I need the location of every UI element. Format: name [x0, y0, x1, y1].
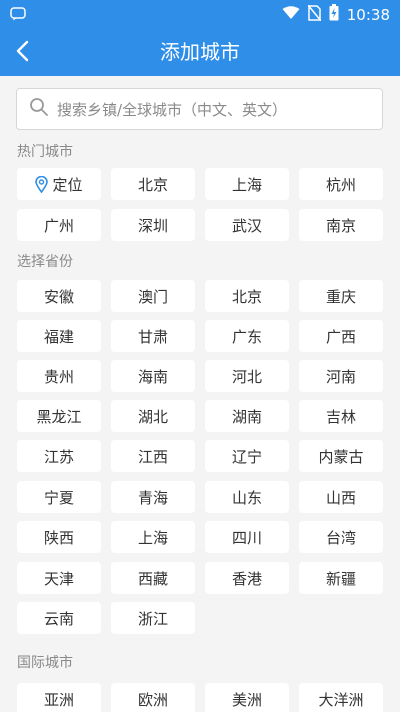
province-chip[interactable]: 重庆 [299, 280, 383, 312]
hot-city-chip[interactable]: 南京 [299, 209, 383, 241]
region-chip[interactable]: 欧洲 [111, 683, 195, 712]
province-chip[interactable]: 浙江 [111, 602, 195, 634]
province-chip[interactable]: 广西 [299, 320, 383, 352]
province-chip[interactable]: 海南 [111, 360, 195, 392]
province-chip[interactable]: 陕西 [17, 521, 101, 553]
province-chip[interactable]: 河南 [299, 360, 383, 392]
province-chip[interactable]: 青海 [111, 481, 195, 513]
hot-city-chip[interactable]: 深圳 [111, 209, 195, 241]
search-icon [29, 97, 49, 121]
chevron-left-icon [16, 40, 30, 66]
locate-label: 定位 [52, 175, 83, 194]
wifi-icon [282, 5, 300, 24]
province-chip[interactable]: 安徽 [17, 280, 101, 312]
province-chip[interactable]: 山西 [299, 481, 383, 513]
province-chip[interactable]: 湖北 [111, 400, 195, 432]
province-chip[interactable]: 河北 [205, 360, 289, 392]
province-chip[interactable]: 吉林 [299, 400, 383, 432]
search-input[interactable]: 搜索乡镇/全球城市（中文、英文） [16, 88, 383, 130]
province-chip[interactable]: 澳门 [111, 280, 195, 312]
province-chip[interactable]: 宁夏 [17, 481, 101, 513]
search-placeholder: 搜索乡镇/全球城市（中文、英文） [57, 100, 288, 119]
province-chip[interactable]: 台湾 [299, 521, 383, 553]
hot-city-chip[interactable]: 杭州 [299, 168, 383, 200]
battery-icon [329, 4, 339, 25]
region-chip[interactable]: 美洲 [205, 683, 289, 712]
province-chip[interactable]: 黑龙江 [17, 400, 101, 432]
province-chip[interactable]: 山东 [205, 481, 289, 513]
app-bar: 添加城市 [0, 28, 400, 76]
region-chip[interactable]: 亚洲 [17, 683, 101, 712]
hot-city-chip[interactable]: 上海 [205, 168, 289, 200]
province-chip[interactable]: 福建 [17, 320, 101, 352]
location-pin-icon [35, 175, 49, 193]
message-icon [10, 6, 26, 25]
hot-city-chip[interactable]: 北京 [111, 168, 195, 200]
hot-city-chip[interactable]: 广州 [17, 209, 101, 241]
hot-cities-title: 热门城市 [17, 144, 73, 160]
region-chip[interactable]: 大洋洲 [299, 683, 383, 712]
province-chip[interactable]: 甘肃 [111, 320, 195, 352]
status-time: 10:38 [346, 5, 390, 24]
province-chip[interactable]: 新疆 [299, 562, 383, 594]
province-chip[interactable]: 香港 [205, 562, 289, 594]
page-title: 添加城市 [160, 40, 240, 64]
province-chip[interactable]: 四川 [205, 521, 289, 553]
province-chip[interactable]: 云南 [17, 602, 101, 634]
province-chip[interactable]: 北京 [205, 280, 289, 312]
province-chip[interactable]: 上海 [111, 521, 195, 553]
no-sim-icon [307, 4, 322, 25]
province-chip[interactable]: 贵州 [17, 360, 101, 392]
hot-city-chip[interactable]: 武汉 [205, 209, 289, 241]
province-chip[interactable]: 广东 [205, 320, 289, 352]
province-chip[interactable]: 内蒙古 [299, 440, 383, 472]
back-button[interactable] [6, 36, 40, 70]
provinces-title: 选择省份 [17, 254, 73, 270]
international-title: 国际城市 [17, 655, 73, 671]
province-chip[interactable]: 江苏 [17, 440, 101, 472]
province-chip[interactable]: 江西 [111, 440, 195, 472]
locate-button[interactable]: 定位 [17, 168, 101, 200]
province-chip[interactable]: 湖南 [205, 400, 289, 432]
status-bar: 10:38 [0, 0, 400, 28]
province-chip[interactable]: 辽宁 [205, 440, 289, 472]
province-chip[interactable]: 天津 [17, 562, 101, 594]
province-chip[interactable]: 西藏 [111, 562, 195, 594]
